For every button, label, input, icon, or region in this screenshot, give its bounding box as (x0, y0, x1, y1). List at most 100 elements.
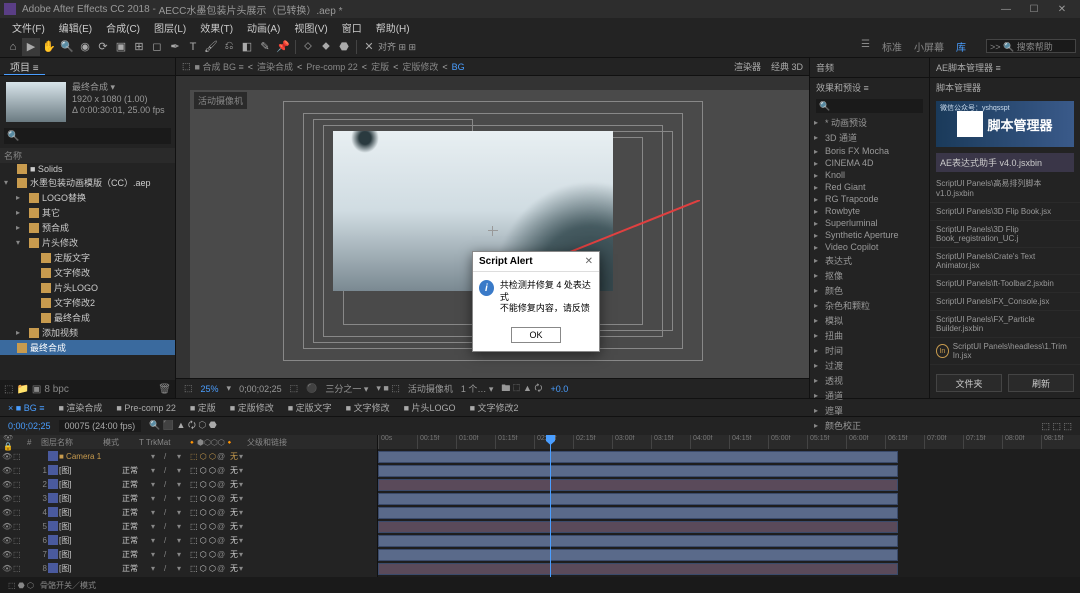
timeline-tab[interactable]: ■ Pre-comp 22 (116, 403, 175, 413)
cam-dropdown[interactable]: 活动摄像机 (408, 382, 453, 395)
project-item[interactable]: 最终合成 (0, 340, 175, 355)
timeline-tab[interactable]: × ■ BG ≡ (8, 403, 44, 413)
effect-category[interactable]: ▸透视 (814, 373, 925, 388)
dialog-close-button[interactable]: ✕ (585, 256, 593, 267)
script-selected[interactable]: AE表达式助手 v4.0.jsxbin (936, 153, 1074, 172)
menu-layer[interactable]: 图层(L) (148, 20, 192, 35)
new-folder-icon[interactable]: 📁 (16, 384, 28, 395)
home-icon[interactable]: ⌂ (4, 38, 22, 56)
menu-comp[interactable]: 合成(C) (100, 20, 146, 35)
layer-row[interactable]: 👁⬚■ Camera 1▾/▾⬚ ⬡ ⬡@无▾ (0, 449, 377, 463)
brush-tool[interactable]: 🖌 (202, 38, 220, 56)
effect-category[interactable]: ▸时间 (814, 343, 925, 358)
effect-category[interactable]: ▸Knoll (814, 169, 925, 181)
folder-button[interactable]: 文件夹 (936, 374, 1002, 392)
local-axis-icon[interactable]: ⬦ (299, 38, 317, 56)
project-item[interactable]: ▸LOGO替换 (0, 190, 175, 205)
layer-row[interactable]: 👁⬚6[图]正常▾/▾⬚ ⬡ ⬡@无▾ (0, 533, 377, 547)
project-item[interactable]: 片头LOGO (0, 280, 175, 295)
project-tab[interactable]: 项目 ≡ (4, 59, 45, 75)
layer-row[interactable]: 👁⬚2[图]正常▾/▾⬚ ⬡ ⬡@无▾ (0, 477, 377, 491)
project-item[interactable]: ■ Solids (0, 163, 175, 175)
timeline-tab[interactable]: ■ 渲染合成 (58, 401, 102, 414)
script-item[interactable]: ScriptUI Panels\FX_Console.jsx (930, 293, 1080, 311)
project-item[interactable]: ▾片头修改 (0, 235, 175, 250)
tc-display[interactable]: 0;00;02;25 (239, 384, 282, 394)
effect-category[interactable]: ▸颜色 (814, 283, 925, 298)
effect-category[interactable]: ▸扭曲 (814, 328, 925, 343)
effects-search[interactable]: 🔍 (816, 99, 923, 113)
project-list[interactable]: 名称 ■ Solids▾水墨包装动画模版（CC）.aep▸LOGO替换▸其它▸预… (0, 148, 175, 380)
effect-category[interactable]: ▸* 动画预设 (814, 115, 925, 130)
project-item[interactable]: ▾水墨包装动画模版（CC）.aep (0, 175, 175, 190)
effect-category[interactable]: ▸抠像 (814, 268, 925, 283)
project-search[interactable]: 🔍 (4, 128, 171, 144)
hand-tool[interactable]: ✋ (40, 38, 58, 56)
pen-tool[interactable]: ✒ (166, 38, 184, 56)
layer-row[interactable]: 👁⬚3[图]正常▾/▾⬚ ⬡ ⬡@无▾ (0, 491, 377, 505)
effect-category[interactable]: ▸Video Copilot (814, 241, 925, 253)
effect-category[interactable]: ▸Superluminal (814, 217, 925, 229)
timeline-tab[interactable]: ■ 定版文字 (288, 401, 332, 414)
project-item[interactable]: ▸预合成 (0, 220, 175, 235)
layer-row[interactable]: 👁⬚7[图]正常▾/▾⬚ ⬡ ⬡@无▾ (0, 547, 377, 561)
effect-category[interactable]: ▸Boris FX Mocha (814, 145, 925, 157)
menu-effect[interactable]: 效果(T) (194, 20, 239, 35)
ws-library[interactable]: 库 (956, 39, 966, 54)
mag-icon[interactable]: ⬚ (184, 383, 193, 394)
effect-category[interactable]: ▸Red Giant (814, 181, 925, 193)
menu-window[interactable]: 窗口 (336, 20, 368, 35)
res-icon[interactable]: ▾ (227, 383, 232, 394)
rotate-tool[interactable]: ⟳ (94, 38, 112, 56)
menu-view[interactable]: 视图(V) (288, 20, 333, 35)
text-tool[interactable]: T (184, 38, 202, 56)
timeline-tab[interactable]: ■ 定版修改 (230, 401, 274, 414)
pan-behind-tool[interactable]: ⊞ (130, 38, 148, 56)
layer-row[interactable]: 👁⬚8[图]正常▾/▾⬚ ⬡ ⬡@无▾ (0, 561, 377, 575)
zoom-level[interactable]: 25% (201, 384, 219, 394)
toggle-switches-icon[interactable]: ⬚ ⬣ ⬡ (8, 581, 34, 590)
view-count[interactable]: 1 个… ▾ (461, 382, 494, 395)
effect-category[interactable]: ▸CINEMA 4D (814, 157, 925, 169)
script-item[interactable]: InScriptUI Panels\headless\1.Trim In.jsx (930, 338, 1080, 365)
effect-category[interactable]: ▸RG Trapcode (814, 193, 925, 205)
flow-icon[interactable]: ⬚ (182, 61, 191, 72)
project-item[interactable]: 定版文字 (0, 250, 175, 265)
shape-tool[interactable]: ◻ (148, 38, 166, 56)
menu-edit[interactable]: 编辑(E) (53, 20, 98, 35)
res-dropdown[interactable]: 三分之一 ▾ (325, 382, 368, 395)
ws-standard[interactable]: 标准 (882, 39, 902, 54)
project-item[interactable]: ▸其它 (0, 205, 175, 220)
ws-small[interactable]: 小屏幕 (914, 39, 944, 54)
project-item[interactable]: 文字修改2 (0, 295, 175, 310)
selection-tool[interactable]: ▶ (22, 38, 40, 56)
layer-row[interactable]: 👁⬚5[图]正常▾/▾⬚ ⬡ ⬡@无▾ (0, 519, 377, 533)
effect-category[interactable]: ▸过渡 (814, 358, 925, 373)
orbit-tool[interactable]: ◉ (76, 38, 94, 56)
project-item[interactable]: 最终合成 (0, 310, 175, 325)
close-button[interactable]: ✕ (1048, 4, 1076, 15)
bpc-label[interactable]: 8 bpc (44, 384, 68, 395)
playhead[interactable] (550, 435, 551, 577)
audio-tab[interactable]: 音频 (810, 58, 929, 78)
refresh-button[interactable]: 刷新 (1008, 374, 1074, 392)
view-axis-icon[interactable]: ⬣ (335, 38, 353, 56)
camera-tool[interactable]: ▣ (112, 38, 130, 56)
project-item[interactable]: 文字修改 (0, 265, 175, 280)
trash-icon[interactable]: 🗑 (158, 384, 171, 395)
timeline-tab[interactable]: ■ 文字修改 (346, 401, 390, 414)
puppet-tool[interactable]: 📌 (274, 38, 292, 56)
layer-row[interactable]: 👁⬚1[图]正常▾/▾⬚ ⬡ ⬡@无▾ (0, 463, 377, 477)
effect-category[interactable]: ▸Synthetic Aperture (814, 229, 925, 241)
effects-tab[interactable]: 效果和预设 ≡ (810, 78, 929, 97)
ok-button[interactable]: OK (511, 327, 561, 343)
roto-tool[interactable]: ✎ (256, 38, 274, 56)
snap-icon[interactable]: ✕ (360, 38, 378, 56)
menu-file[interactable]: 文件(F) (6, 20, 51, 35)
script-item[interactable]: ScriptUI Panels\Crate's Text Animator.js… (930, 248, 1080, 275)
script-item[interactable]: ScriptUI Panels\高易排列脚本 v1.0.jsxbin (930, 174, 1080, 203)
script-item[interactable]: ScriptUI Panels\3D Flip Book.jsx (930, 203, 1080, 221)
timeline-tab[interactable]: ■ 定版 (190, 401, 216, 414)
maximize-button[interactable]: ☐ (1020, 4, 1048, 15)
help-search[interactable]: >> 🔍 搜索帮助 (986, 39, 1076, 53)
